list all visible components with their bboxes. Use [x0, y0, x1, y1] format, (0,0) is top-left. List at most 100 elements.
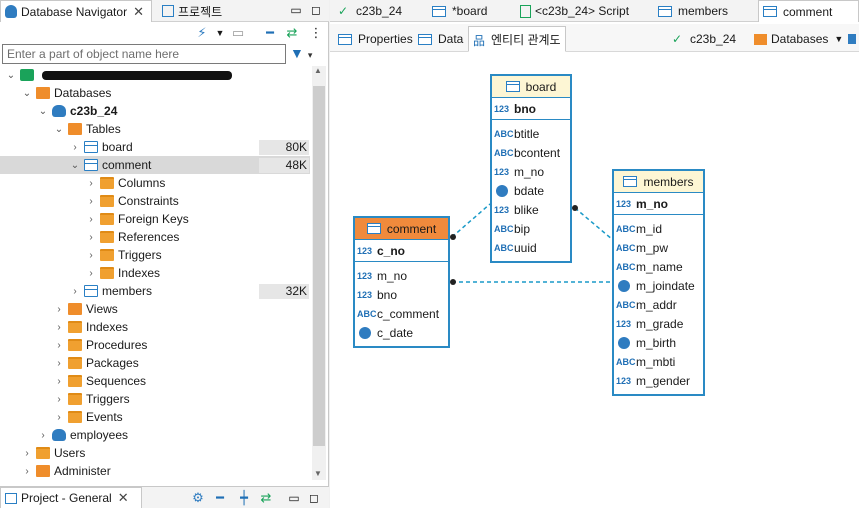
attribute-row[interactable]: 123 m_gender: [614, 371, 703, 390]
chevron-right-icon[interactable]: ›: [84, 250, 98, 261]
er-diagram-canvas[interactable]: board 123 bno ABC btitle ABC bcontent 123 m_n…: [330, 52, 859, 508]
maximize-icon[interactable]: ◻: [308, 2, 324, 18]
chevron-down-icon[interactable]: ⌄: [20, 88, 34, 99]
expand-icon[interactable]: ┿: [236, 490, 252, 506]
relation-comment-board[interactable]: [451, 203, 491, 238]
tree-item[interactable]: › members 32K: [0, 282, 310, 300]
tab-script[interactable]: <c23b_24> Script: [516, 0, 633, 22]
tree-item[interactable]: › board 80K: [0, 138, 310, 156]
chevron-right-icon[interactable]: ›: [52, 376, 66, 387]
tree-item[interactable]: › Events: [0, 408, 310, 426]
tree-item[interactable]: › Administer: [0, 462, 310, 480]
maximize-icon[interactable]: ◻: [306, 490, 322, 506]
view-menu-icon[interactable]: ⋮: [308, 25, 324, 41]
chevron-right-icon[interactable]: ›: [84, 268, 98, 279]
attribute-row[interactable]: 123 m_no: [355, 266, 448, 285]
chevron-right-icon[interactable]: ›: [52, 394, 66, 405]
attribute-row[interactable]: 123 m_no: [492, 162, 570, 181]
tab-project-general[interactable]: Project - General ✕: [0, 487, 142, 508]
attribute-row[interactable]: 123 blike: [492, 200, 570, 219]
chevron-right-icon[interactable]: ›: [68, 142, 82, 153]
attribute-row[interactable]: ABC m_name: [614, 257, 703, 276]
tree-item[interactable]: ⌄ comment 48K: [0, 156, 310, 174]
attribute-row[interactable]: m_joindate: [614, 276, 703, 295]
subtab-er-diagram[interactable]: 品 엔티티 관계도: [468, 26, 566, 52]
attribute-row[interactable]: ABC m_addr: [614, 295, 703, 314]
chevron-right-icon[interactable]: ›: [52, 358, 66, 369]
attribute-row[interactable]: bdate: [492, 181, 570, 200]
chevron-down-icon[interactable]: ▼: [834, 34, 843, 44]
attribute-row[interactable]: ABC c_comment: [355, 304, 448, 323]
minimize-icon[interactable]: ▭: [288, 2, 304, 18]
chevron-right-icon[interactable]: ›: [36, 430, 50, 441]
tab-project[interactable]: 프로젝트: [158, 0, 226, 22]
tree-item[interactable]: › Triggers: [0, 390, 310, 408]
attribute-row[interactable]: ABC btitle: [492, 124, 570, 143]
chevron-right-icon[interactable]: ›: [52, 412, 66, 423]
entity-comment[interactable]: comment 123 c_no 123 m_no 123 bno ABC c_comme…: [353, 216, 450, 348]
filter-icon[interactable]: ▼ ▾: [290, 45, 320, 63]
chevron-down-icon[interactable]: ▼: [212, 25, 228, 41]
primary-key-row[interactable]: 123 m_no: [614, 193, 703, 215]
tab-database-navigator[interactable]: Database Navigator ✕: [0, 0, 152, 22]
tree-item[interactable]: › Indexes: [0, 318, 310, 336]
collapse-icon[interactable]: ━: [212, 490, 228, 506]
tree-item[interactable]: ⌄ Databases: [0, 84, 310, 102]
tab-comment[interactable]: comment: [758, 0, 859, 22]
tree-item[interactable]: › Foreign Keys: [0, 210, 310, 228]
chevron-right-icon[interactable]: ›: [84, 214, 98, 225]
entity-members[interactable]: members 123 m_no ABC m_id ABC m_pw ABC m_name…: [612, 169, 705, 396]
chevron-down-icon[interactable]: ⌄: [4, 70, 18, 81]
tree-item[interactable]: › Packages: [0, 354, 310, 372]
link-editor-icon[interactable]: ⇄: [258, 490, 274, 506]
minimize-icon[interactable]: ▭: [286, 490, 302, 506]
chevron-right-icon[interactable]: ›: [84, 196, 98, 207]
tree-scrollbar[interactable]: ▲ ▼: [312, 66, 326, 480]
attribute-row[interactable]: 123 m_grade: [614, 314, 703, 333]
tree-item[interactable]: › Sequences: [0, 372, 310, 390]
tree-item[interactable]: › employees: [0, 426, 310, 444]
close-icon[interactable]: ✕: [118, 490, 129, 506]
primary-key-row[interactable]: 123 c_no: [355, 240, 448, 262]
attribute-row[interactable]: c_date: [355, 323, 448, 342]
attribute-row[interactable]: ABC m_id: [614, 219, 703, 238]
collapse-all-icon[interactable]: ━: [262, 25, 278, 41]
chevron-right-icon[interactable]: ›: [68, 286, 82, 297]
chevron-right-icon[interactable]: ›: [52, 304, 66, 315]
tree-item[interactable]: › Columns: [0, 174, 310, 192]
attribute-row[interactable]: ABC bcontent: [492, 143, 570, 162]
tree-item[interactable]: › Triggers: [0, 246, 310, 264]
scroll-down-icon[interactable]: ▼: [314, 469, 322, 478]
chevron-down-icon[interactable]: ⌄: [52, 124, 66, 135]
attribute-row[interactable]: ABC m_mbti: [614, 352, 703, 371]
chevron-right-icon[interactable]: ›: [52, 322, 66, 333]
tree-item[interactable]: ⌄ c23b_24: [0, 102, 310, 120]
new-connection-icon[interactable]: ⚡: [194, 25, 210, 41]
tab-c23b_24[interactable]: ✓ c23b_24: [334, 0, 406, 22]
crumb-c23b_24[interactable]: ✓ c23b_24: [668, 26, 740, 52]
tree-item[interactable]: › Procedures: [0, 336, 310, 354]
chevron-right-icon[interactable]: ›: [20, 448, 34, 459]
tree-item[interactable]: › Constraints: [0, 192, 310, 210]
tree-item[interactable]: › References: [0, 228, 310, 246]
attribute-row[interactable]: m_birth: [614, 333, 703, 352]
tree-item[interactable]: › Users: [0, 444, 310, 462]
tree-item[interactable]: ⌄ Tables: [0, 120, 310, 138]
link-editor-icon[interactable]: ⇄: [284, 25, 300, 41]
entity-board[interactable]: board 123 bno ABC btitle ABC bcontent 123 m_n…: [490, 74, 572, 263]
object-filter-input[interactable]: Enter a part of object name here: [2, 44, 286, 64]
chevron-right-icon[interactable]: ›: [84, 232, 98, 243]
gear-icon[interactable]: ⚙: [190, 490, 206, 506]
chevron-right-icon[interactable]: ›: [20, 466, 34, 477]
scroll-up-icon[interactable]: ▲: [314, 66, 322, 75]
new-folder-icon[interactable]: ▭: [230, 25, 246, 41]
subtab-data[interactable]: Data: [414, 26, 467, 52]
chevron-right-icon[interactable]: ›: [84, 178, 98, 189]
attribute-row[interactable]: ABC uuid: [492, 238, 570, 257]
tree-item[interactable]: › Views: [0, 300, 310, 318]
tree-item[interactable]: ⌄: [0, 66, 310, 84]
more-icon[interactable]: [848, 26, 859, 52]
attribute-row[interactable]: ABC bip: [492, 219, 570, 238]
close-icon[interactable]: ✕: [133, 4, 144, 20]
tab-board[interactable]: *board: [428, 0, 491, 22]
